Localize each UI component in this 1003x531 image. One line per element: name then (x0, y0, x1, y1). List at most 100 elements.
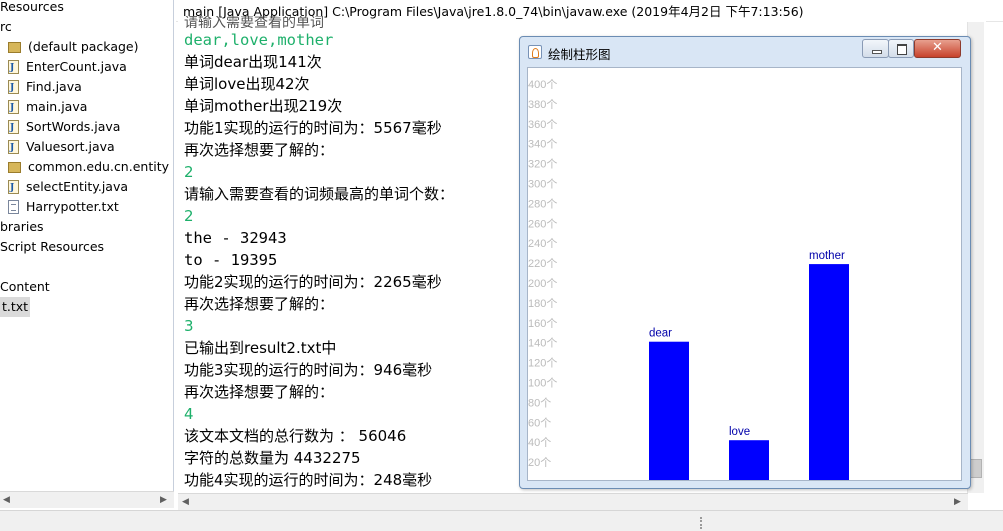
y-tick-label: 400个 (528, 78, 557, 91)
package-icon (8, 161, 21, 173)
tree-item[interactable]: Harrypotter.txt (8, 197, 119, 217)
tree-item[interactable]: Valuesort.java (8, 137, 115, 158)
bar-label: love (729, 426, 750, 438)
y-tick-label: 380个 (528, 98, 557, 111)
console-horizontal-scrollbar[interactable]: ◀ ▶ (178, 493, 968, 510)
console-partial-line: 请输入需要查看的单词 (184, 16, 324, 30)
y-tick-label: 260个 (528, 217, 557, 230)
y-tick-label: 320个 (528, 158, 557, 171)
y-tick-label: 80个 (528, 396, 551, 409)
console-line: 2 (184, 207, 194, 225)
y-tick-label: 40个 (528, 436, 551, 449)
bar-dear (649, 341, 689, 480)
console-line: 再次选择想要了解的： (184, 141, 335, 159)
console-line: 再次选择想要了解的： (184, 383, 335, 401)
console-line: 该文本文档的总行数为 ： 56046 (184, 427, 407, 445)
tree-item-label: Harrypotter.txt (26, 199, 119, 214)
console-line: 请输入需要查看的词频最高的单词个数： (184, 185, 455, 203)
tree-item-label: Script Resources (0, 239, 105, 254)
console-line: 功能2实现的运行的时间为：2265毫秒 (184, 273, 442, 291)
tree-item[interactable]: common.edu.cn.entity (8, 157, 169, 177)
tree-item[interactable]: Script Resources (0, 237, 104, 257)
tree-item-label: selectEntity.java (26, 179, 129, 194)
java-file-icon (8, 78, 19, 98)
y-tick-label: 20个 (528, 456, 551, 469)
console-line: 4 (184, 405, 194, 423)
console-line: 2 (184, 163, 194, 181)
status-bar-grip-icon[interactable] (700, 517, 703, 529)
y-tick-label: 160个 (528, 317, 557, 330)
bar-chart-window[interactable]: 绘制柱形图 20个40个60个80个100个120个140个160个180个20… (519, 36, 971, 489)
console-line: 功能4实现的运行的时间为：248毫秒 (184, 471, 433, 489)
y-tick-label: 360个 (528, 118, 557, 131)
console-line: dear,love,mother (184, 31, 334, 49)
y-tick-label: 60个 (528, 416, 551, 429)
y-tick-label: 140个 (528, 337, 557, 350)
tree-item[interactable]: SortWords.java (8, 117, 121, 138)
y-tick-label: 200个 (528, 277, 557, 290)
y-tick-label: 220个 (528, 257, 557, 270)
scroll-right-arrow-icon[interactable]: ▶ (160, 495, 167, 505)
tree-item[interactable]: selectEntity.java (8, 177, 129, 198)
scroll-right-arrow-icon[interactable]: ▶ (954, 497, 961, 507)
console-line: 字符的总数量为 4432275 (184, 449, 361, 467)
y-tick-label: 180个 (528, 297, 557, 310)
tree-item[interactable]: EnterCount.java (8, 57, 127, 78)
y-tick-label: 120个 (528, 357, 557, 370)
console-line: 功能1实现的运行的时间为：5567毫秒 (184, 119, 442, 137)
java-file-icon (8, 118, 19, 138)
console-line: 单词dear出现141次 (184, 53, 322, 71)
console-line: 单词mother出现219次 (184, 97, 343, 115)
java-file-icon (8, 178, 19, 198)
y-tick-label: 300个 (528, 178, 557, 191)
tree-item-label: rc (0, 19, 12, 34)
text-file-icon (8, 200, 19, 214)
close-button[interactable] (914, 39, 961, 58)
tree-item-label: braries (0, 219, 44, 234)
java-cup-icon (528, 45, 542, 59)
tree-item[interactable]: (default package) (8, 37, 138, 57)
y-tick-label: 100个 (528, 377, 557, 390)
y-tick-label: 280个 (528, 197, 557, 210)
tree-item-label: main.java (26, 99, 88, 114)
java-file-icon (8, 138, 19, 158)
window-title: 绘制柱形图 (548, 47, 611, 62)
console-line: 已输出到result2.txt中 (184, 339, 337, 357)
minimize-button[interactable] (862, 39, 889, 58)
tree-item[interactable]: Content (0, 277, 50, 297)
chart-canvas: 20个 40个 60个 80个 100个 120个 140个 160个 180个 200个 220个… (527, 67, 962, 481)
console-line: 3 (184, 317, 194, 335)
console-line: 功能3实现的运行的时间为：946毫秒 (184, 361, 433, 379)
scroll-left-arrow-icon[interactable]: ◀ (3, 495, 10, 505)
explorer-horizontal-scrollbar[interactable]: ◀ ▶ (0, 491, 174, 508)
bar-chart: 20个 40个 60个 80个 100个 120个 140个 160个 180个 200个 220个… (528, 78, 849, 480)
tree-item[interactable]: Find.java (8, 77, 82, 98)
console-line: the - 32943 (184, 229, 287, 247)
maximize-button[interactable] (888, 39, 914, 58)
tree-item-label: t.txt (0, 297, 31, 317)
tree-item-label: Valuesort.java (26, 139, 115, 154)
tree-item[interactable]: t.txt (0, 297, 31, 317)
tree-item-label: EnterCount.java (26, 59, 127, 74)
java-file-icon (8, 98, 19, 118)
tree-item-label: SortWords.java (26, 119, 121, 134)
package-explorer: Resources rc (default package) EnterCount.j… (0, 0, 174, 493)
scroll-left-arrow-icon[interactable]: ◀ (182, 497, 189, 507)
scrollbar-thumb[interactable] (970, 459, 982, 478)
tree-item-label: (default package) (28, 39, 139, 54)
tree-item[interactable]: rc (0, 17, 12, 37)
console-line: 再次选择想要了解的： (184, 295, 335, 313)
tree-item[interactable]: main.java (8, 97, 88, 118)
bar-label: dear (649, 328, 672, 340)
java-file-icon (8, 58, 19, 78)
y-tick-label: 240个 (528, 237, 557, 250)
tree-item[interactable]: braries (0, 217, 44, 237)
tree-item-label: Content (0, 279, 50, 294)
status-bar (0, 510, 1003, 531)
tree-item[interactable]: Resources (0, 0, 64, 17)
tree-item-label: common.edu.cn.entity (28, 159, 169, 174)
bar-love (729, 440, 769, 480)
package-icon (8, 41, 21, 53)
bar-label: mother (809, 250, 845, 262)
tree-item-label: Resources (0, 0, 64, 14)
